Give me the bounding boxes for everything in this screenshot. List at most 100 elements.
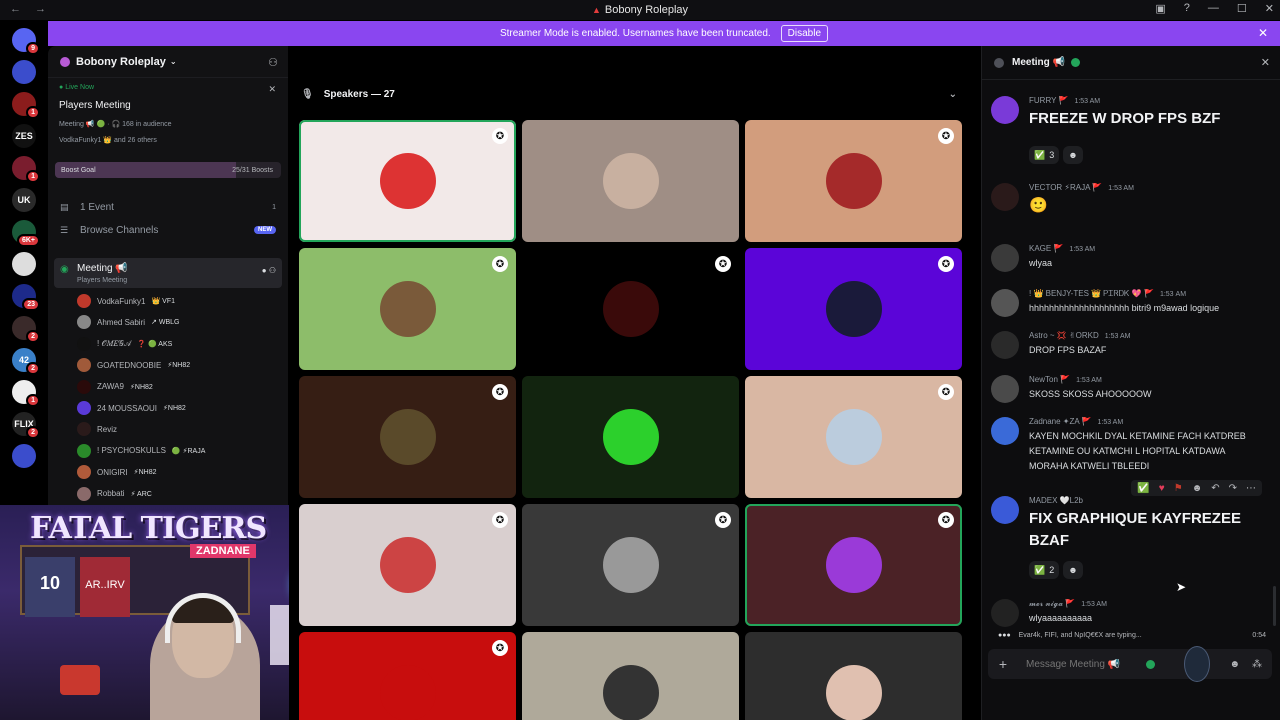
server-icon[interactable]: 6K+ <box>12 220 40 247</box>
reaction-check[interactable]: ✅ 2 <box>1029 561 1060 579</box>
voice-member[interactable]: GOATEDNOOBIE ⚡NH82 <box>77 356 277 374</box>
close-chat-icon[interactable]: ✕ <box>1261 56 1270 69</box>
speaker-tile[interactable]: ✪ <box>299 376 516 498</box>
speaker-tile[interactable] <box>522 376 739 498</box>
member-name: Ahmed Sabiri <box>97 317 146 327</box>
more-icon[interactable]: ⋯ <box>1246 483 1256 494</box>
speakers-title: Speakers — 27 <box>323 88 395 100</box>
cam-name-tag: ZADNANE <box>190 544 256 558</box>
reply-icon[interactable]: ↶ <box>1211 483 1219 494</box>
voice-member[interactable]: ! PSYCHOSKULLS 🟢 ⚡RAJA <box>77 442 277 460</box>
server-icon[interactable]: 2 <box>12 316 40 343</box>
avatar <box>77 401 91 415</box>
flag-emoji-icon[interactable]: ⚑ <box>1174 483 1183 494</box>
voice-channel-meeting[interactable]: ◉ Meeting 📢 Players Meeting ● ⚇ <box>54 258 282 288</box>
typing-dots-icon: ●●● <box>998 632 1011 639</box>
boost-goal-bar[interactable]: Boost Goal 25/31 Boosts <box>55 162 281 178</box>
events-row[interactable]: ▤ 1 Event 1 <box>56 198 280 216</box>
browse-channels-row[interactable]: ☰ Browse Channels NEW <box>56 221 280 239</box>
banner-close-icon[interactable]: ✕ <box>1258 26 1268 40</box>
inbox-icon[interactable]: ▣ <box>1155 2 1165 15</box>
message-author[interactable]: Astro ~ 💢 ✌ORKD <box>1029 331 1099 340</box>
server-icon[interactable]: 1 <box>12 380 40 407</box>
server-icon[interactable]: 1 <box>12 92 40 119</box>
speaker-tile[interactable]: ✪ <box>299 248 516 370</box>
server-icon[interactable] <box>12 60 36 84</box>
message-author[interactable]: ! 👑 BENJY-TES 👑 ᏢᏆᏒᎠᏦ 💖 🚩 <box>1029 289 1154 298</box>
message-author[interactable]: VECTOR ⚡RAJA 🚩 <box>1029 183 1102 192</box>
speaker-tile[interactable]: ✪ <box>745 504 962 626</box>
add-reaction-icon[interactable]: ☻ <box>1192 483 1203 494</box>
apps-icon[interactable]: ⁂ <box>1252 659 1262 670</box>
mention-badge: 1 <box>26 394 40 407</box>
server-icon[interactable] <box>12 252 36 276</box>
speaker-tile[interactable]: ✪ <box>299 120 516 242</box>
speakers-header[interactable]: 🎙 Speakers — 27 ⌄ <box>289 82 969 106</box>
member-name: ZAWA9 <box>97 382 124 392</box>
voice-member[interactable]: ONIGIRI ⚡NH82 <box>77 463 277 481</box>
speaker-tile[interactable]: ✪ <box>522 248 739 370</box>
speaker-tile[interactable]: ✪ <box>522 504 739 626</box>
member-name: GOATEDNOOBIE <box>97 360 162 370</box>
server-icon[interactable]: 1 <box>12 156 40 183</box>
server-icon[interactable]: 42 2 <box>12 348 40 375</box>
server-icon[interactable]: ZES <box>12 124 36 148</box>
help-icon[interactable]: ? <box>1184 2 1190 15</box>
server-icon[interactable] <box>12 444 36 468</box>
speaker-tile[interactable]: ✪ <box>745 120 962 242</box>
server-icon[interactable]: FLIX 2 <box>12 412 40 439</box>
message-input[interactable] <box>1026 658 1146 670</box>
add-reaction-icon[interactable]: ☻ <box>1063 146 1083 164</box>
attach-plus-icon[interactable]: + <box>988 656 1018 672</box>
close-window-button[interactable]: ✕ <box>1265 2 1274 15</box>
message-author[interactable]: NewTon 🚩 <box>1029 375 1070 384</box>
chevron-down-icon[interactable]: ⌄ <box>949 89 957 100</box>
message-author[interactable]: FURRY 🚩 <box>1029 96 1068 105</box>
speaker-tile[interactable]: ✪ <box>745 248 962 370</box>
minimize-button[interactable]: — <box>1208 2 1219 15</box>
message-author[interactable]: MADEX 🤍L2b <box>1029 496 1083 505</box>
voice-member[interactable]: Robbati ⚡ ARC <box>77 485 277 503</box>
avatar <box>991 599 1019 627</box>
server-icon[interactable]: UK <box>12 188 36 212</box>
avatar <box>602 665 659 720</box>
server-icon[interactable]: 9 <box>12 28 40 55</box>
emoji-icon[interactable]: ☻ <box>1229 659 1240 670</box>
message-author[interactable]: Zadnane ✦ZA 🚩 <box>1029 417 1091 426</box>
speaker-tile[interactable] <box>522 632 739 720</box>
message-author[interactable]: 𝓶𝓮𝓻 𝓷𝓲𝓰𝓪 🚩 <box>1029 599 1075 608</box>
live-stage-card[interactable]: Live Now Players Meeting Meeting 📢 🟢 · 🎧… <box>54 80 282 152</box>
speaker-tile[interactable]: ✪ <box>745 376 962 498</box>
speaker-tile[interactable] <box>745 632 962 720</box>
close-icon[interactable]: ✕ <box>268 84 276 95</box>
message-header: NewTon 🚩 1:53 AM <box>1029 375 1102 384</box>
heart-emoji-icon[interactable]: ♥ <box>1159 483 1165 494</box>
check-emoji-icon[interactable]: ✅ <box>1137 483 1149 494</box>
reaction-check[interactable]: ✅ 3 <box>1029 146 1060 164</box>
avatar <box>825 153 882 209</box>
voice-member[interactable]: 24 MOUSSAOUI ⚡NH82 <box>77 399 277 417</box>
voice-member[interactable]: Reviz <box>77 420 277 438</box>
avatar <box>77 358 91 373</box>
disable-button[interactable]: Disable <box>780 25 829 42</box>
message-time: 1:53 AM <box>1097 419 1124 426</box>
maximize-button[interactable]: ☐ <box>1237 2 1247 15</box>
message-composer: + ☻ ⁂ <box>988 646 1272 682</box>
speaker-tile[interactable] <box>522 120 739 242</box>
mention-badge: 23 <box>22 298 40 311</box>
message-author[interactable]: KAGE 🚩 <box>1029 244 1063 253</box>
invite-icon[interactable]: ⚇ <box>268 56 278 69</box>
server-icon[interactable]: 23 <box>12 284 40 311</box>
speaker-tile[interactable]: ✪ <box>299 504 516 626</box>
voice-member[interactable]: ! 𝒪𝑀𝐸𝒢𝒜 ❓ 🟢 AKS <box>77 335 277 353</box>
add-reaction-icon[interactable]: ☻ <box>1063 561 1083 579</box>
voice-member[interactable]: Ahmed Sabiri ↗ WBLG <box>77 313 277 331</box>
channel-actions-icon[interactable]: ● ⚇ <box>262 266 276 275</box>
message-text: wlyaaaaaaaaaa <box>1029 613 1093 623</box>
chat-scrollbar[interactable] <box>1273 586 1276 626</box>
server-header[interactable]: Bobony Roleplay ⌄ ⚇ <box>48 46 288 78</box>
forward-icon[interactable]: ↷ <box>1229 483 1237 494</box>
voice-member[interactable]: ZAWA9 ⚡NH82 <box>77 378 277 396</box>
voice-member[interactable]: VodkaFunky1 👑 VF1 <box>77 292 277 310</box>
speaker-tile[interactable]: ✪ <box>299 632 516 720</box>
